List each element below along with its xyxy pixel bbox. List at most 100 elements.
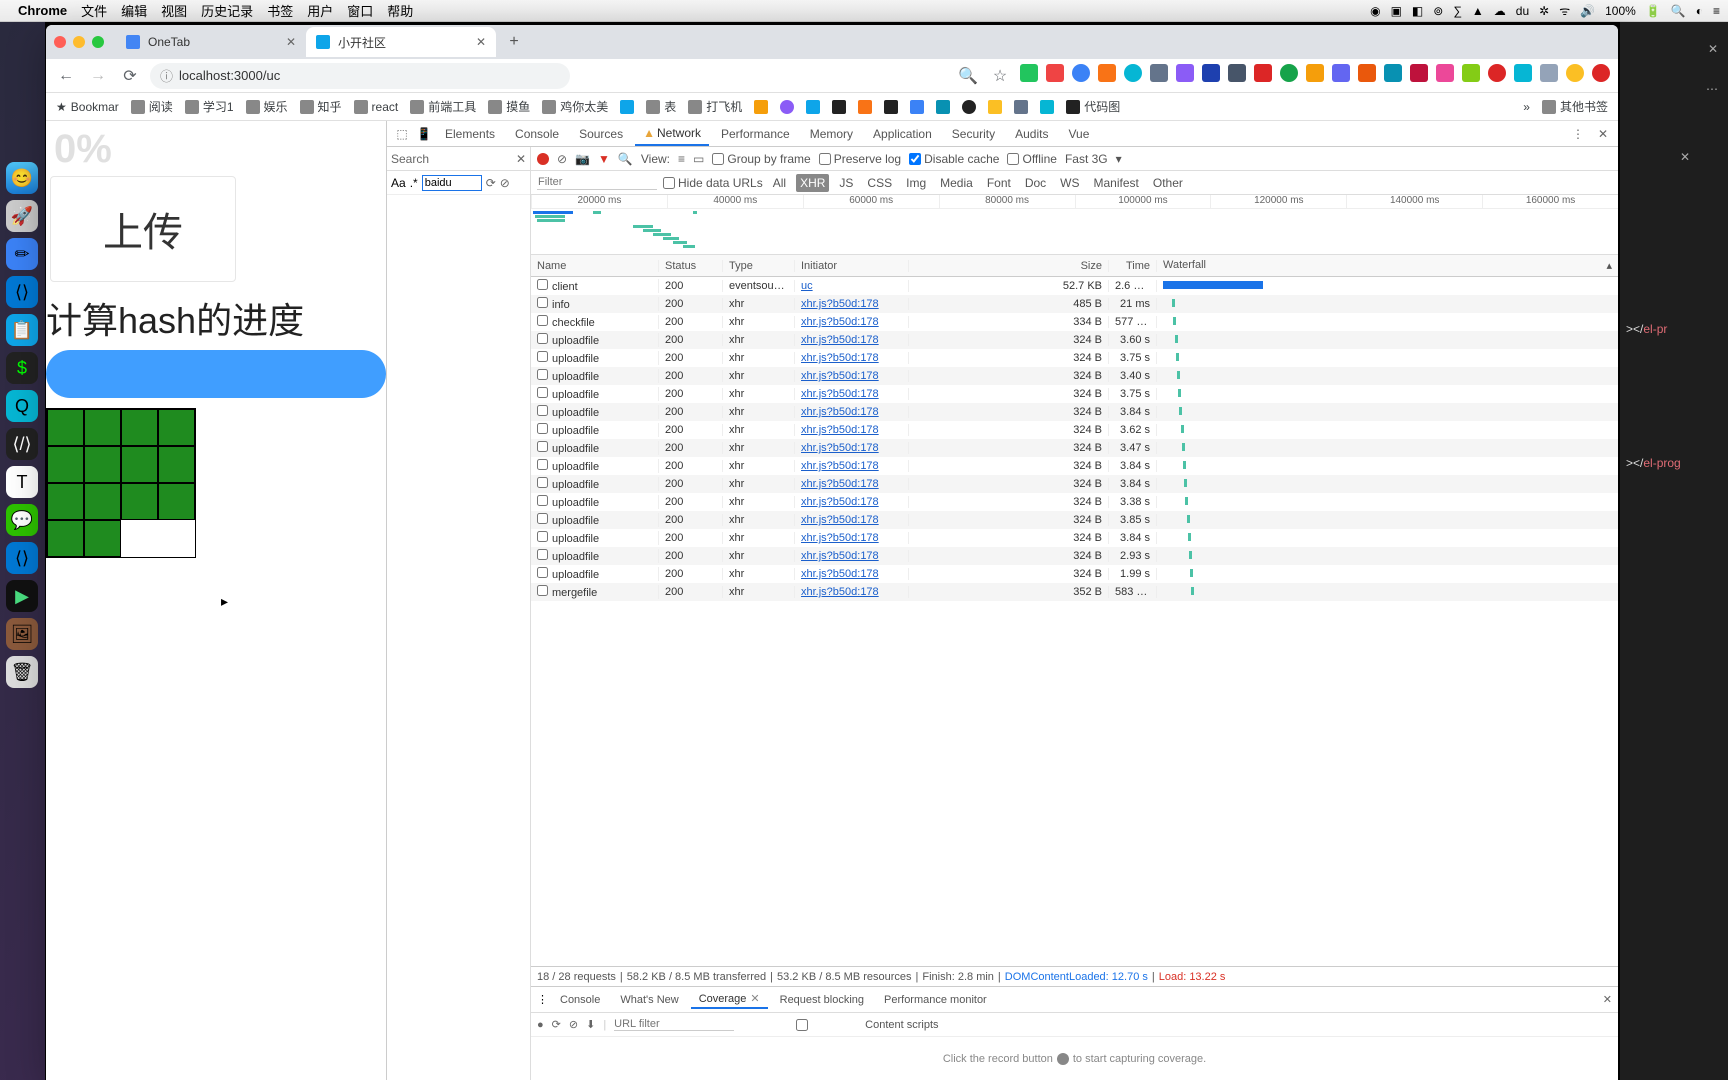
clear-coverage-icon[interactable]: ⊘ — [569, 1018, 578, 1031]
close-devtools-icon[interactable]: ✕ — [1594, 127, 1612, 141]
new-tab-button[interactable]: + — [502, 30, 526, 54]
browser-tab-active[interactable]: 小开社区 ✕ — [306, 27, 496, 57]
search-input[interactable] — [422, 175, 482, 191]
maximize-window[interactable] — [92, 36, 104, 48]
match-case-icon[interactable]: Aa — [391, 176, 406, 190]
battery-icon[interactable]: 🔋 — [1646, 4, 1661, 18]
status-icon[interactable]: ⊚ — [1433, 4, 1443, 18]
bookmark[interactable] — [988, 100, 1002, 114]
network-request-row[interactable]: uploadfile200xhrxhr.js?b50d:178324 B3.75… — [531, 385, 1618, 403]
ext-icon[interactable] — [1462, 64, 1480, 82]
status-icon[interactable]: ▲ — [1472, 4, 1484, 18]
dock-app[interactable]: Q — [6, 390, 38, 422]
menu-edit[interactable]: 编辑 — [121, 1, 147, 20]
inspect-element-icon[interactable]: ⬚ — [393, 125, 411, 143]
row-checkbox[interactable] — [537, 441, 548, 452]
drawer-tab-whatsnew[interactable]: What's New — [612, 992, 686, 1008]
row-checkbox[interactable] — [537, 351, 548, 362]
status-icon[interactable]: ∑ — [1453, 4, 1462, 18]
row-checkbox[interactable] — [537, 423, 548, 434]
profile-avatar[interactable] — [1566, 64, 1584, 82]
filter-img[interactable]: Img — [902, 174, 930, 192]
siri-icon[interactable]: ◐ — [1696, 4, 1703, 18]
network-request-row[interactable]: checkfile200xhrxhr.js?b50d:178334 B577 m… — [531, 313, 1618, 331]
row-checkbox[interactable] — [537, 531, 548, 542]
row-checkbox[interactable] — [537, 315, 548, 326]
bookmark[interactable] — [858, 100, 872, 114]
menu-help[interactable]: 帮助 — [387, 1, 413, 20]
initiator-link[interactable]: xhr.js?b50d:178 — [801, 316, 879, 328]
dock-vscode2[interactable]: ⟨⟩ — [6, 542, 38, 574]
site-info-icon[interactable]: ⓘ — [160, 66, 173, 85]
ext-icon[interactable] — [1124, 64, 1142, 82]
bookmark[interactable] — [884, 100, 898, 114]
hide-data-urls-checkbox[interactable]: Hide data URLs — [663, 176, 763, 190]
filter-js[interactable]: JS — [835, 174, 857, 192]
row-checkbox[interactable] — [537, 279, 548, 290]
col-type[interactable]: Type — [723, 260, 795, 272]
tab-memory[interactable]: Memory — [802, 123, 861, 145]
network-request-row[interactable]: uploadfile200xhrxhr.js?b50d:178324 B3.38… — [531, 493, 1618, 511]
ext-icon[interactable] — [1540, 64, 1558, 82]
tab-elements[interactable]: Elements — [437, 123, 503, 145]
device-toolbar-icon[interactable]: 📱 — [415, 125, 433, 143]
tab-audits[interactable]: Audits — [1007, 123, 1056, 145]
drawer-tab-request-blocking[interactable]: Request blocking — [772, 992, 872, 1008]
filter-icon[interactable]: ▼ — [598, 152, 610, 166]
tab-application[interactable]: Application — [865, 123, 940, 145]
close-search-icon[interactable]: ✕ — [516, 152, 526, 166]
bookmark[interactable]: 娱乐 — [246, 98, 288, 115]
tab-sources[interactable]: Sources — [571, 123, 631, 145]
reload-button[interactable]: ⟳ — [118, 64, 142, 88]
col-status[interactable]: Status — [659, 260, 723, 272]
initiator-link[interactable]: xhr.js?b50d:178 — [801, 532, 879, 544]
close-window[interactable] — [54, 36, 66, 48]
network-request-row[interactable]: mergefile200xhrxhr.js?b50d:178352 B583 m… — [531, 583, 1618, 601]
dock-wechat[interactable]: 💬 — [6, 504, 38, 536]
filter-other[interactable]: Other — [1149, 174, 1187, 192]
notif-icon[interactable]: ≡ — [1713, 4, 1720, 18]
status-icon[interactable]: ☁ — [1494, 4, 1506, 18]
col-waterfall[interactable]: Waterfall ▴ — [1157, 259, 1618, 272]
browser-tab[interactable]: OneTab ✕ — [116, 27, 306, 57]
initiator-link[interactable]: xhr.js?b50d:178 — [801, 514, 879, 526]
clear-icon[interactable]: ⊘ — [557, 152, 567, 166]
bookmark[interactable] — [620, 100, 634, 114]
close-icon[interactable]: ✕ — [1708, 42, 1718, 56]
record-button[interactable] — [537, 153, 549, 165]
initiator-link[interactable]: xhr.js?b50d:178 — [801, 406, 879, 418]
initiator-link[interactable]: xhr.js?b50d:178 — [801, 478, 879, 490]
volume-icon[interactable]: 🔊 — [1580, 4, 1595, 18]
dock-player[interactable]: ▶ — [6, 580, 38, 612]
reload-coverage-icon[interactable]: ⟳ — [552, 1018, 561, 1031]
back-button[interactable]: ← — [54, 64, 78, 88]
ext-icon[interactable] — [1384, 64, 1402, 82]
overview-icon[interactable]: ▭ — [693, 152, 704, 166]
dock-trash[interactable]: 🗑 — [6, 656, 38, 688]
bookmark[interactable]: 阅读 — [131, 98, 173, 115]
dock-app[interactable]: 📋 — [6, 314, 38, 346]
drawer-tab-coverage[interactable]: Coverage✕ — [691, 990, 768, 1009]
drawer-tab-perf-monitor[interactable]: Performance monitor — [876, 992, 995, 1008]
filter-font[interactable]: Font — [983, 174, 1015, 192]
status-icon[interactable]: ◉ — [1370, 4, 1380, 18]
row-checkbox[interactable] — [537, 513, 548, 524]
ext-icon[interactable] — [1306, 64, 1324, 82]
ext-icon[interactable] — [1488, 64, 1506, 82]
tab-console[interactable]: Console — [507, 123, 567, 145]
menu-bookmarks[interactable]: 书签 — [267, 1, 293, 20]
status-icon[interactable]: ◧ — [1412, 4, 1423, 18]
bookmark[interactable] — [1014, 100, 1028, 114]
initiator-link[interactable]: xhr.js?b50d:178 — [801, 442, 879, 454]
network-request-row[interactable]: uploadfile200xhrxhr.js?b50d:178324 B3.75… — [531, 349, 1618, 367]
upload-button[interactable]: 上传 — [50, 176, 236, 282]
status-icon[interactable]: du — [1516, 4, 1529, 18]
bookmark[interactable] — [832, 100, 846, 114]
dock-app[interactable]: 🖼 — [6, 618, 38, 650]
bookmark[interactable] — [962, 100, 976, 114]
dock-vscode[interactable]: ⟨⟩ — [6, 276, 38, 308]
wifi-icon[interactable]: ᯤ — [1559, 2, 1570, 19]
bookmark[interactable]: ★Bookmar — [56, 100, 119, 114]
bookmark[interactable] — [780, 100, 794, 114]
col-initiator[interactable]: Initiator — [795, 260, 909, 272]
